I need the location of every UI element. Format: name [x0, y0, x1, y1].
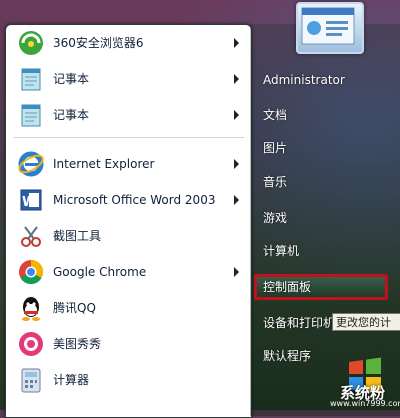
- right-pane-item-documents[interactable]: 文档: [263, 105, 287, 125]
- program-item-tencent-qq[interactable]: 腾讯QQ: [6, 290, 251, 326]
- program-item-google-chrome[interactable]: Google Chrome: [6, 254, 251, 290]
- submenu-arrow-icon: [234, 267, 239, 277]
- right-pane-item-control-panel[interactable]: 控制面板: [263, 277, 311, 297]
- notepad-icon: [16, 64, 46, 94]
- calculator-icon: [16, 365, 46, 395]
- right-pane-item-administrator[interactable]: Administrator: [263, 70, 345, 90]
- submenu-arrow-icon: [234, 195, 239, 205]
- submenu-arrow-icon: [234, 110, 239, 120]
- user-picture-icon[interactable]: [296, 2, 364, 54]
- right-pane-item-pictures[interactable]: 图片: [263, 138, 287, 158]
- svg-text:W: W: [22, 195, 36, 210]
- tooltip: 更改您的计: [332, 313, 400, 331]
- program-item-snipping-tool[interactable]: 截图工具: [6, 218, 251, 254]
- program-label: Microsoft Office Word 2003: [53, 193, 216, 207]
- submenu-arrow-icon: [234, 74, 239, 84]
- program-label: 360安全浏览器6: [53, 36, 144, 50]
- program-label: 记事本: [53, 72, 90, 86]
- program-item-notepad-2[interactable]: 记事本: [6, 97, 251, 133]
- right-pane-item-music[interactable]: 音乐: [263, 172, 287, 192]
- program-item-360-browser[interactable]: 360安全浏览器6: [6, 25, 251, 61]
- program-label: 记事本: [53, 108, 90, 122]
- program-label: 计算器: [53, 373, 90, 387]
- meitu-icon: [16, 329, 46, 359]
- program-label: Google Chrome: [53, 265, 147, 279]
- program-item-meitu[interactable]: 美图秀秀: [6, 326, 251, 362]
- program-label: Internet Explorer: [53, 157, 155, 171]
- word-icon: W: [16, 185, 46, 215]
- control-panel-picture-icon: [301, 7, 355, 45]
- start-menu-program-list: 360安全浏览器6 记事本 记事本 Internet Explorer W Mi…: [5, 24, 252, 418]
- program-label: 美图秀秀: [53, 337, 102, 351]
- program-item-internet-explorer[interactable]: Internet Explorer: [6, 146, 251, 182]
- program-item-calculator[interactable]: 计算器: [6, 362, 251, 398]
- separator: [14, 137, 244, 138]
- right-pane-item-devices-printers[interactable]: 设备和打印机: [263, 313, 335, 333]
- submenu-arrow-icon: [234, 159, 239, 169]
- snipping-tool-icon: [16, 221, 46, 251]
- right-pane-item-default-programs[interactable]: 默认程序: [263, 346, 311, 366]
- 360-browser-icon: [16, 28, 46, 58]
- right-pane-item-computer[interactable]: 计算机: [263, 241, 299, 261]
- program-item-notepad-1[interactable]: 记事本: [6, 61, 251, 97]
- submenu-arrow-icon: [234, 38, 239, 48]
- notepad-icon: [16, 100, 46, 130]
- watermark-url: www.win7999.com: [330, 399, 400, 408]
- qq-icon: [16, 293, 46, 323]
- internet-explorer-icon: [16, 149, 46, 179]
- program-label: 腾讯QQ: [53, 301, 96, 315]
- program-item-word-2003[interactable]: W Microsoft Office Word 2003: [6, 182, 251, 218]
- chrome-icon: [16, 257, 46, 287]
- program-label: 截图工具: [53, 229, 102, 243]
- right-pane-item-games[interactable]: 游戏: [263, 208, 287, 228]
